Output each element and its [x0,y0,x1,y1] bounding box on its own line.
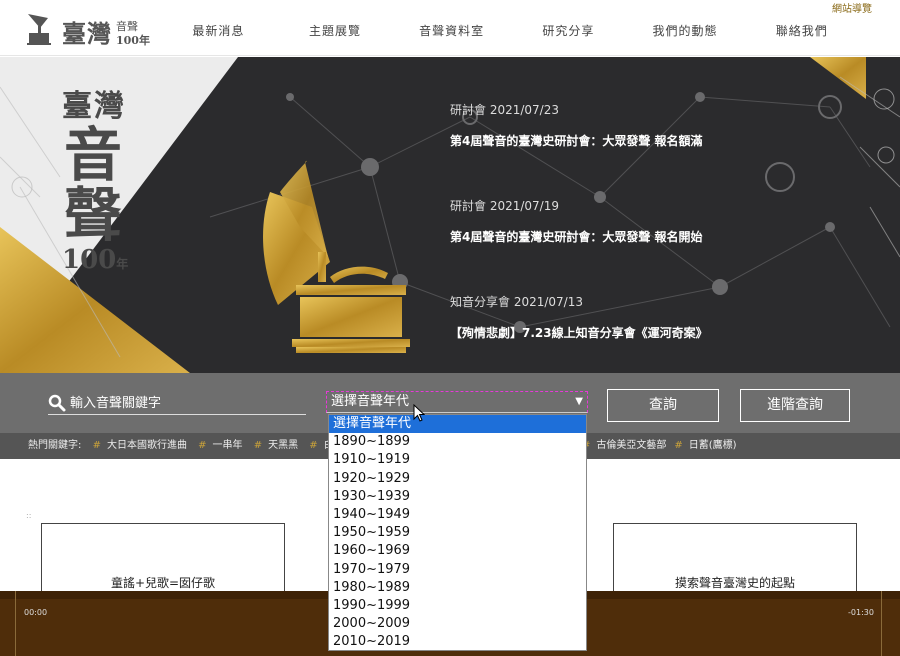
nav-sound-archive[interactable]: 音聲資料室 [393,0,510,56]
era-option[interactable]: 選擇音聲年代 [329,415,586,434]
logo-name: 臺灣 [62,19,112,48]
news-title[interactable]: 第4屆聲音的臺灣史研討會：大眾發聲 報名額滿 [450,132,780,149]
hero-title-100: 100年 [62,245,129,275]
hot-keyword[interactable]: 一串年 [213,440,243,451]
player-remaining-time: -01:30 [848,608,874,617]
news-item[interactable]: 研討會 2021/07/19 第4屆聲音的臺灣史研討會：大眾發聲 報名開始 [450,197,780,245]
news-item[interactable]: 研討會 2021/07/23 第4屆聲音的臺灣史研討會：大眾發聲 報名額滿 [450,101,780,149]
era-option[interactable]: 2010~2019 [329,633,586,650]
feature-card-title: 童謠+兒歌=囡仔歌 [110,576,216,590]
era-option[interactable]: 1890~1899 [329,433,586,451]
hero-title-taiwan: 臺灣 [62,89,126,124]
era-dropdown-list: 選擇音聲年代 1890~1899 1910~1919 1920~1929 193… [328,414,587,651]
hero-title: 臺灣 音 聲 100年 [62,81,128,275]
hero-title-yin: 音 [64,121,123,189]
nav-news[interactable]: 最新消息 [160,0,277,56]
hot-keyword[interactable]: 日蓄(鷹標) [689,440,737,451]
era-option[interactable]: 1910~1919 [329,451,586,469]
hot-keyword[interactable]: 古倫美亞文藝部 [596,440,666,451]
feature-card-title: 摸索聲音臺灣史的起點 [674,576,795,590]
nav-exhibitions[interactable]: 主題展覽 [277,0,394,56]
hero-title-sheng: 聲 [64,181,123,249]
nav-research[interactable]: 研究分享 [510,0,627,56]
news-meta: 研討會 2021/07/23 [450,103,559,117]
nav-activities[interactable]: 我們的動態 [627,0,744,56]
hot-keyword[interactable]: 天黑黑 [268,440,298,451]
hero-banner: 臺灣 音 聲 100年 研討會 2021/07/23 第4屆聲音的臺灣史研討會：… [0,57,900,373]
news-item[interactable]: 知音分享會 2021/07/13 【殉情悲劇】7.23線上知音分享會《運河奇案》 [450,293,780,341]
search-icon [48,394,66,412]
section-marker: :: [26,511,32,520]
era-option[interactable]: 1980~1989 [329,579,586,597]
era-option[interactable]: 1960~1969 [329,542,586,560]
news-title[interactable]: 第4屆聲音的臺灣史研討會：大眾發聲 報名開始 [450,228,780,245]
advanced-search-button[interactable]: 進階查詢 [740,389,850,422]
mouse-cursor-icon [413,404,425,422]
era-option[interactable]: 1940~1949 [329,506,586,524]
hot-keyword[interactable]: 大日本國歌行進曲 [107,440,187,451]
era-option[interactable]: 1920~1929 [329,470,586,488]
hot-keywords-label: 熱門關鍵字: [28,440,82,451]
news-title[interactable]: 【殉情悲劇】7.23線上知音分享會《運河奇案》 [450,324,780,341]
logo-sub-2: 100年 [116,34,150,47]
era-select-value: 選擇音聲年代 [331,394,410,409]
era-option[interactable]: 2000~2009 [329,615,586,633]
era-option[interactable]: 1930~1939 [329,488,586,506]
site-header: 臺灣 音聲 100年 最新消息 主題展覽 音聲資料室 研究分享 我們的動態 聯絡… [0,0,900,56]
news-meta: 知音分享會 2021/07/13 [450,295,583,309]
era-select[interactable]: 選擇音聲年代 ▼ [326,391,588,413]
player-edge-left [15,591,16,656]
site-logo[interactable]: 臺灣 音聲 100年 [24,10,164,50]
gramophone-logo-icon [27,14,51,45]
era-option[interactable]: 1950~1959 [329,524,586,542]
player-edge-right [881,591,882,656]
sitemap-link[interactable]: 網站導覽 [832,0,872,15]
keyword-search [48,393,306,415]
player-elapsed-time: 00:00 [24,608,48,617]
era-option[interactable]: 1990~1999 [329,597,586,615]
chevron-down-icon: ▼ [575,396,583,407]
search-button[interactable]: 查詢 [607,389,719,422]
keyword-input[interactable] [70,393,300,413]
era-option[interactable]: 1970~1979 [329,561,586,579]
main-nav: 最新消息 主題展覽 音聲資料室 研究分享 我們的動態 聯絡我們 [160,0,860,56]
news-meta: 研討會 2021/07/19 [450,199,559,213]
